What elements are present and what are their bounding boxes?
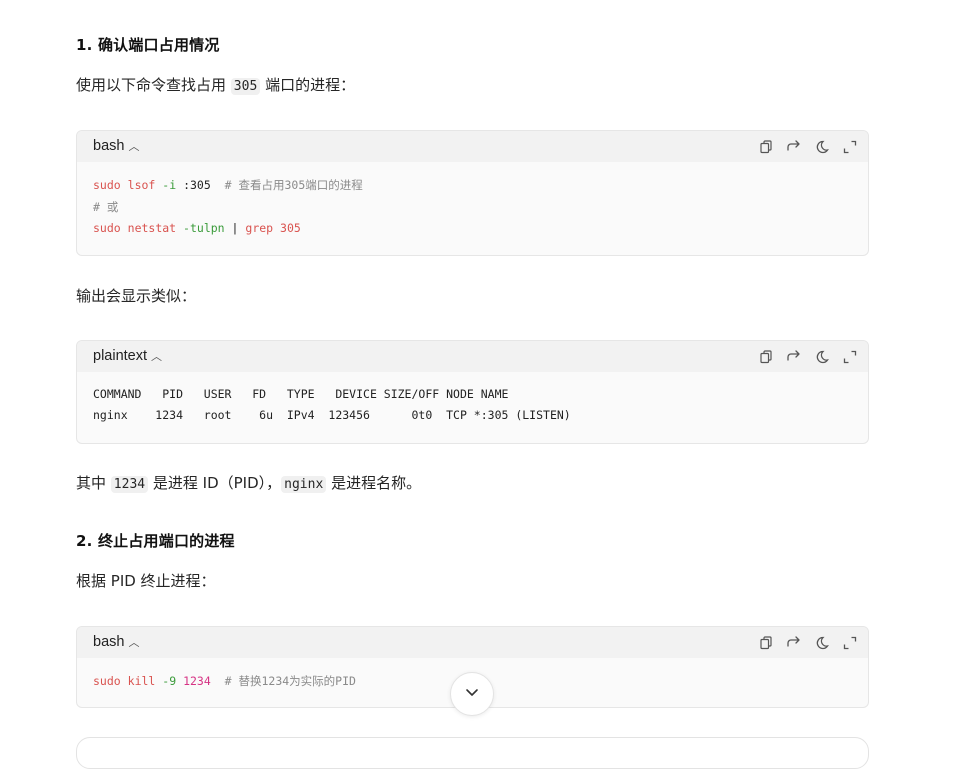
code-language-label: bash bbox=[93, 138, 125, 154]
wrap-icon[interactable] bbox=[786, 635, 802, 651]
code-language-label: bash bbox=[93, 634, 125, 650]
pid-note: 其中 1234 是进程 ID（PID）， nginx 是进程名称。 bbox=[76, 472, 421, 493]
code-comment: # 或 bbox=[93, 199, 119, 214]
code-language-label: plaintext bbox=[93, 348, 148, 364]
inline-code-name: nginx bbox=[281, 476, 327, 493]
note-text: 其中 bbox=[76, 474, 107, 492]
section-2-intro: 根据 PID 终止进程： bbox=[76, 572, 216, 590]
code-block-header: bash ︿ bbox=[77, 627, 868, 658]
theme-moon-icon[interactable] bbox=[814, 635, 830, 651]
intro-text-end: 端口的进程： bbox=[265, 76, 356, 94]
code-token: 1234 bbox=[183, 674, 211, 688]
code-token: | bbox=[231, 221, 239, 235]
copy-icon[interactable] bbox=[758, 139, 774, 155]
code-token: grep bbox=[245, 221, 274, 235]
code-token: sudo bbox=[93, 178, 121, 192]
note-text: 是进程 ID（PID）， bbox=[152, 474, 282, 492]
code-language-toggle[interactable]: bash ︿ bbox=[93, 138, 139, 154]
section-1-intro: 使用以下命令查找占用 305 端口的进程： bbox=[76, 74, 355, 95]
chevron-down-icon bbox=[464, 684, 480, 704]
code-comment: # 查看占用305端口的进程 bbox=[224, 178, 363, 192]
code-block-plaintext: plaintext ︿ COMMAND PID USER FD TYPE DEVI… bbox=[76, 340, 869, 444]
code-language-toggle[interactable]: plaintext ︿ bbox=[93, 348, 162, 364]
code-token: kill bbox=[127, 674, 156, 688]
code-token: sudo bbox=[93, 674, 121, 688]
code-token: sudo bbox=[93, 221, 121, 235]
theme-moon-icon[interactable] bbox=[814, 139, 830, 155]
code-token: -tulpn bbox=[183, 221, 225, 235]
code-body: COMMAND PID USER FD TYPE DEVICE SIZE/OFF… bbox=[77, 372, 868, 438]
code-line: COMMAND PID USER FD TYPE DEVICE SIZE/OFF… bbox=[93, 387, 509, 401]
scroll-to-bottom-button[interactable] bbox=[450, 672, 494, 716]
copy-icon[interactable] bbox=[758, 349, 774, 365]
intro-text: 使用以下命令查找占用 bbox=[76, 76, 227, 94]
code-token: -9 bbox=[162, 674, 177, 688]
inline-code-pid: 1234 bbox=[110, 476, 149, 493]
code-token: :305 bbox=[183, 178, 211, 192]
note-text: 是进程名称。 bbox=[331, 474, 422, 492]
code-block-bash-1: bash ︿ sudo lsof -i :305 # 查看占用305端口的进程 #… bbox=[76, 130, 869, 256]
chevron-up-icon: ︿ bbox=[128, 141, 140, 153]
code-comment: # 替换1234为实际的PID bbox=[224, 674, 356, 688]
code-block-header: bash ︿ bbox=[77, 131, 868, 162]
expand-icon[interactable] bbox=[842, 139, 858, 155]
expand-icon[interactable] bbox=[842, 349, 858, 365]
wrap-icon[interactable] bbox=[786, 349, 802, 365]
chevron-up-icon: ︿ bbox=[128, 637, 140, 649]
next-block-edge bbox=[76, 737, 869, 769]
theme-moon-icon[interactable] bbox=[814, 349, 830, 365]
code-token: 305 bbox=[280, 221, 301, 235]
output-intro: 输出会显示类似： bbox=[76, 287, 197, 305]
expand-icon[interactable] bbox=[842, 635, 858, 651]
wrap-icon[interactable] bbox=[786, 139, 802, 155]
code-language-toggle[interactable]: bash ︿ bbox=[93, 634, 139, 650]
chevron-up-icon: ︿ bbox=[151, 351, 163, 363]
code-body: sudo lsof -i :305 # 查看占用305端口的进程 # 或 sud… bbox=[77, 162, 868, 252]
code-token: netstat bbox=[127, 221, 177, 235]
copy-icon[interactable] bbox=[758, 635, 774, 651]
code-token: lsof bbox=[127, 178, 156, 192]
section-heading-1: 1. 确认端口占用情况 bbox=[76, 36, 220, 54]
code-block-header: plaintext ︿ bbox=[77, 341, 868, 372]
code-token: -i bbox=[162, 178, 177, 192]
section-heading-2: 2. 终止占用端口的进程 bbox=[76, 532, 235, 550]
inline-code-port: 305 bbox=[230, 78, 261, 95]
code-line: nginx 1234 root 6u IPv4 123456 0t0 TCP *… bbox=[93, 408, 571, 422]
